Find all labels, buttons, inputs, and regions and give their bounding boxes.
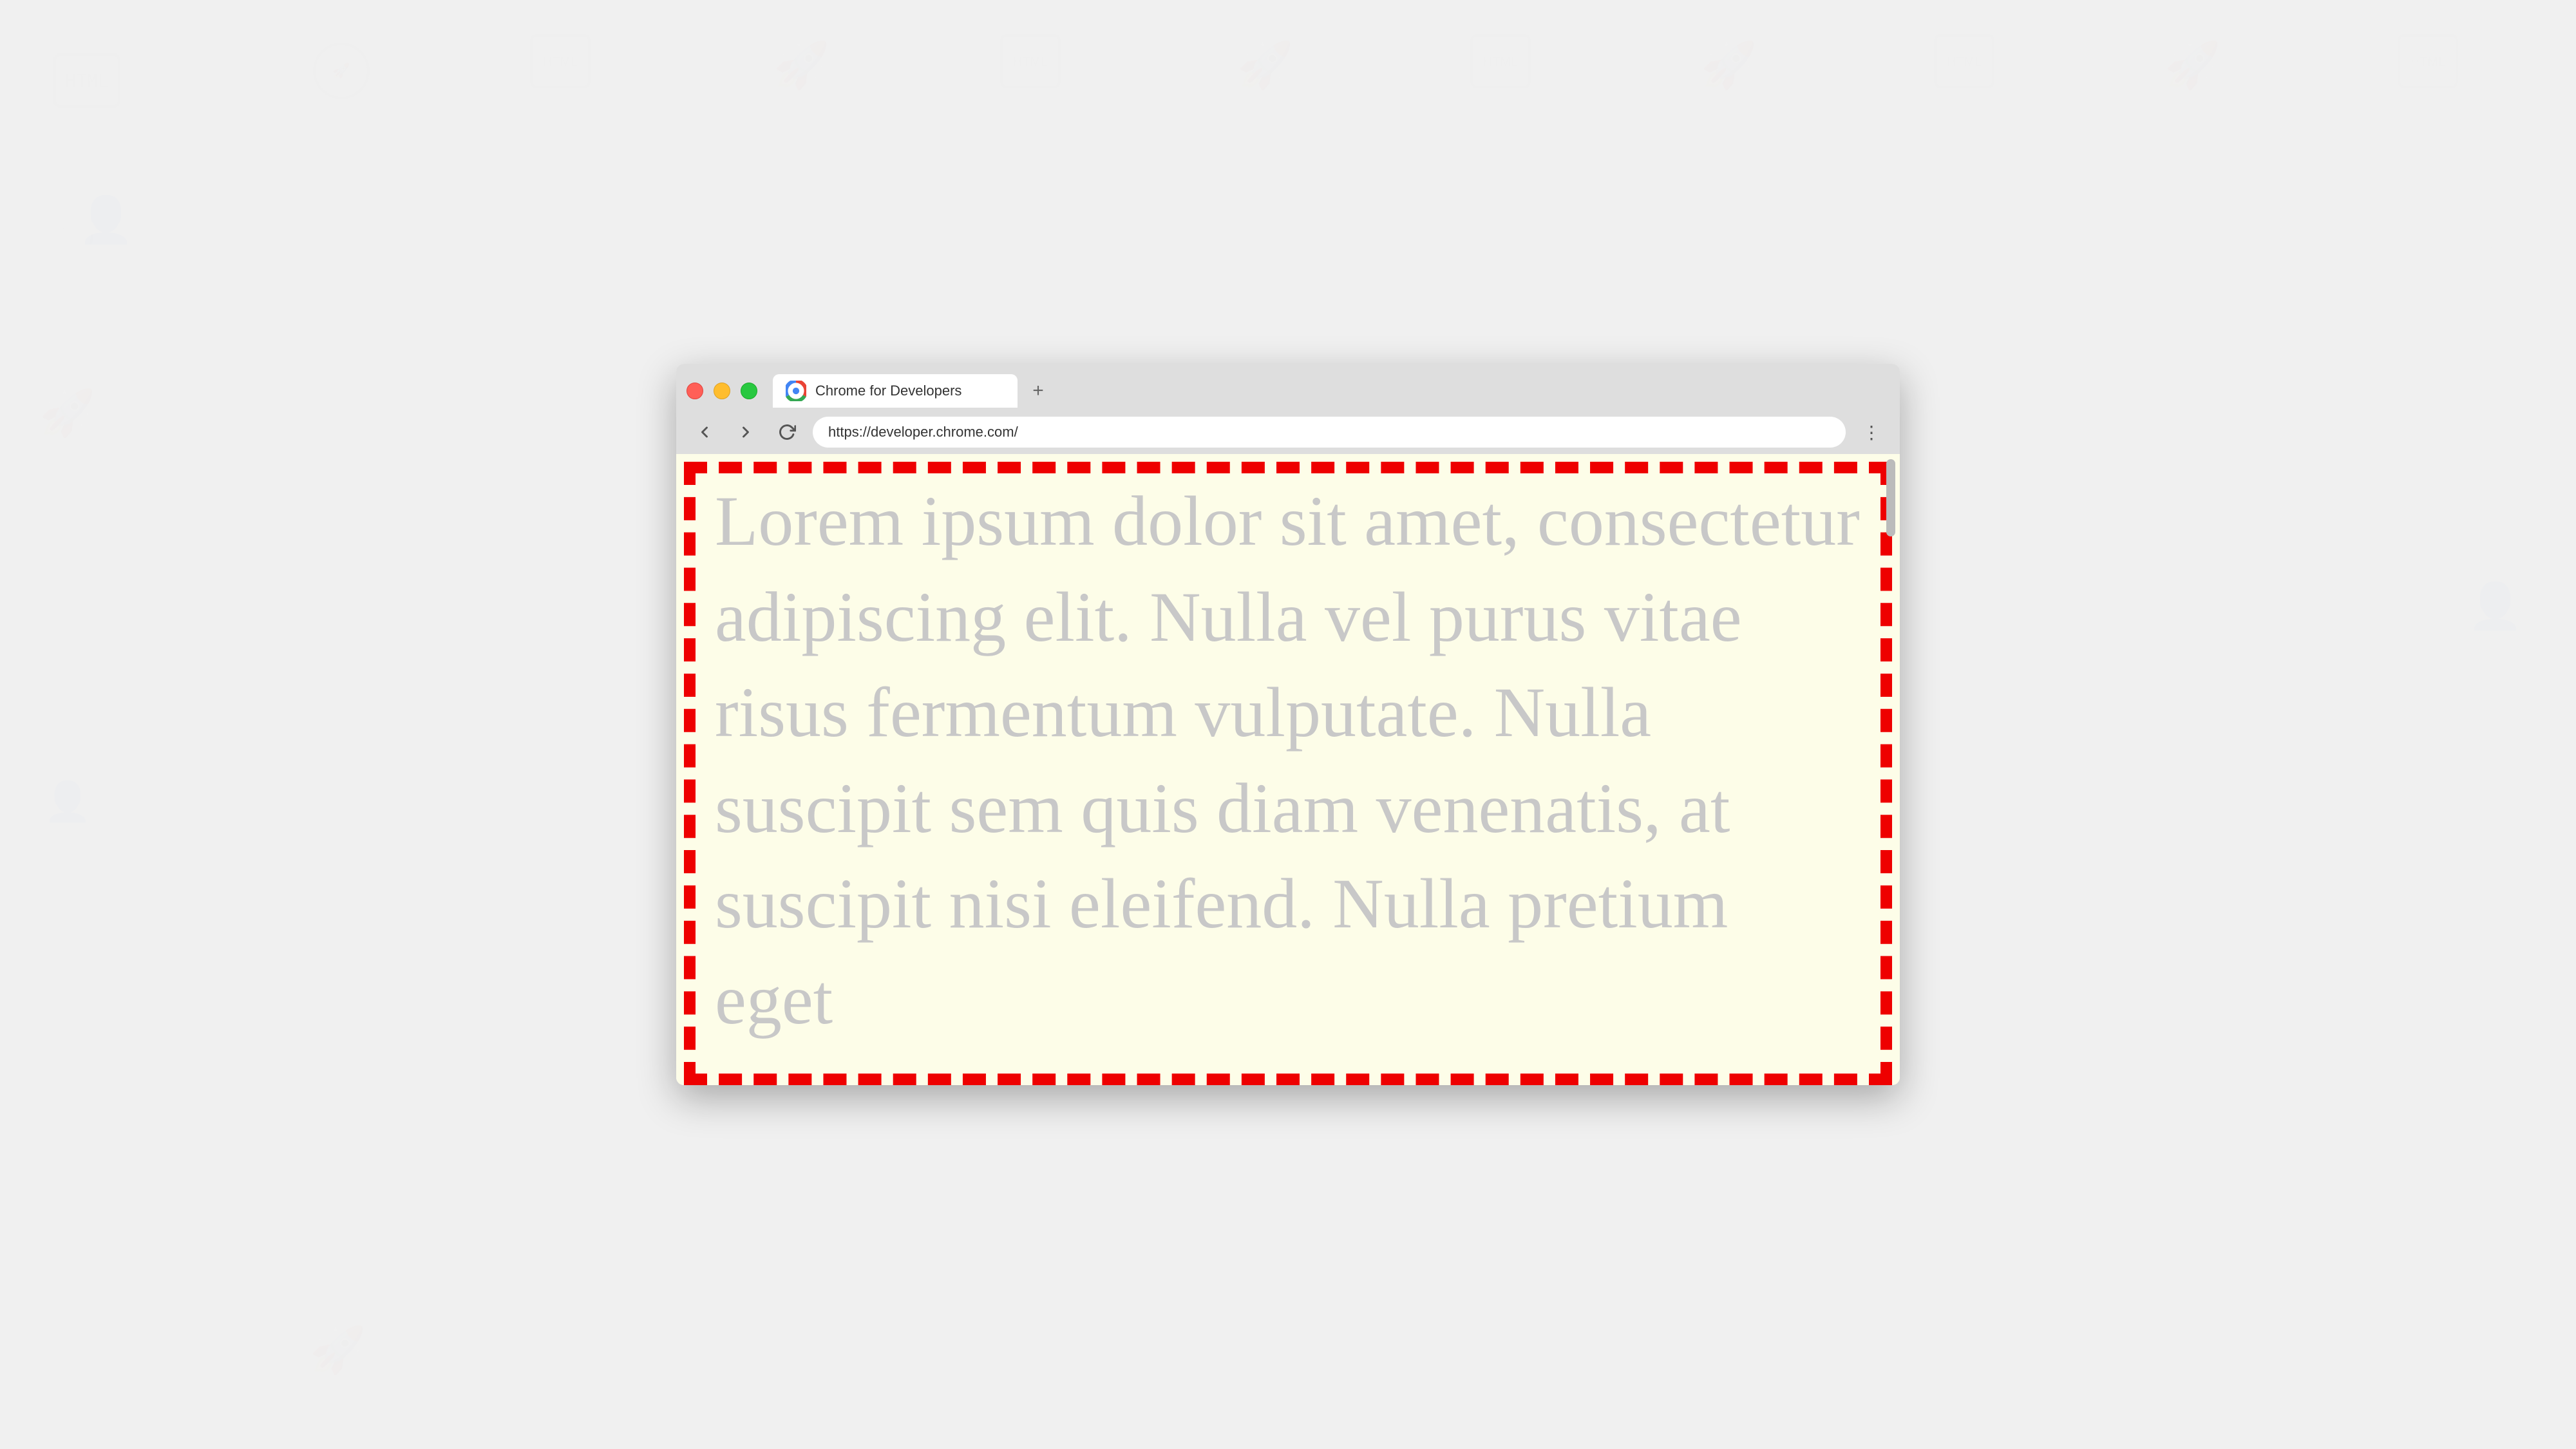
svg-text:HTML: HTML xyxy=(2410,55,2445,69)
reload-button[interactable] xyxy=(772,417,802,448)
bg-icon-6: 🚀 xyxy=(1236,39,1294,100)
title-bar: Chrome for Developers + xyxy=(676,364,1900,454)
svg-text:👤: 👤 xyxy=(44,779,92,824)
svg-text:HTML: HTML xyxy=(2488,409,2523,423)
nav-bar: https://developer.chrome.com/ ⋮ xyxy=(676,410,1900,454)
bg-icon-11: HTML xyxy=(2396,32,2460,93)
forward-icon xyxy=(737,423,755,441)
minimize-button[interactable] xyxy=(714,383,730,399)
window-controls xyxy=(687,383,757,399)
svg-text:HTML: HTML xyxy=(1483,55,1518,69)
bg-icon-b1: HTML xyxy=(52,1311,116,1372)
svg-text:🚀: 🚀 xyxy=(39,387,95,439)
bg-icon-right-4: ⚙ xyxy=(2479,773,2537,834)
bg-icon-left-2 xyxy=(52,580,109,641)
scrollbar[interactable] xyxy=(1884,454,1897,1085)
svg-text:🚀: 🚀 xyxy=(2164,39,2221,91)
svg-text:👤: 👤 xyxy=(78,194,134,245)
reload-icon xyxy=(778,423,796,441)
svg-text:🚀: 🚀 xyxy=(310,1324,366,1376)
svg-text:🚀: 🚀 xyxy=(773,39,829,91)
svg-text:⚙: ⚙ xyxy=(59,223,75,243)
bg-icon-b5 xyxy=(1159,1311,1224,1372)
svg-text:HTML: HTML xyxy=(1947,55,1982,69)
back-icon xyxy=(696,423,714,441)
page-content: Lorem ipsum dolor sit amet, consectetur … xyxy=(676,454,1900,1085)
bg-icon-b3: HTML xyxy=(580,1311,644,1372)
url-text: https://developer.chrome.com/ xyxy=(828,424,1830,440)
bg-icon-left-1: 🚀 xyxy=(39,386,97,448)
bg-icon-4: 🚀 xyxy=(773,39,831,100)
bg-icon-9: HTML xyxy=(1932,32,1996,93)
menu-button[interactable]: ⋮ xyxy=(1856,417,1887,448)
bg-icon-r2-2: 👤 xyxy=(77,193,135,254)
bg-icon-right-2: HTML xyxy=(2473,386,2537,448)
tab-bar: Chrome for Developers + xyxy=(676,364,1900,410)
maximize-button[interactable] xyxy=(741,383,757,399)
dashed-border xyxy=(684,462,1892,1085)
svg-text:HTML: HTML xyxy=(65,70,108,91)
new-tab-button[interactable]: + xyxy=(1023,375,1054,406)
svg-text:⚙: ⚙ xyxy=(2487,243,2503,263)
bg-icon-10: 🚀 xyxy=(2164,39,2222,100)
tab-title: Chrome for Developers xyxy=(815,383,961,399)
close-button[interactable] xyxy=(687,383,703,399)
bg-icon-1: HTML xyxy=(52,52,122,113)
address-bar[interactable]: https://developer.chrome.com/ xyxy=(813,417,1846,448)
svg-text:🚀: 🚀 xyxy=(1237,39,1293,91)
svg-text:🚀: 🚀 xyxy=(1701,39,1757,91)
tab-favicon xyxy=(786,381,806,401)
svg-text:👤: 👤 xyxy=(2467,580,2523,632)
active-tab[interactable]: Chrome for Developers xyxy=(773,374,1018,408)
bg-icon-7: HTML xyxy=(1468,32,1533,93)
bg-icon-8: 🚀 xyxy=(1700,39,1758,100)
browser-window: Chrome for Developers + xyxy=(676,364,1900,1085)
forward-button[interactable] xyxy=(730,417,761,448)
bg-icon-b2: 🚀 xyxy=(309,1323,367,1385)
svg-text:HTML: HTML xyxy=(1013,55,1048,69)
scrollbar-thumb[interactable] xyxy=(1886,459,1895,536)
bg-icon-right-3: 👤 xyxy=(2467,580,2524,641)
svg-text:HTML: HTML xyxy=(543,55,578,69)
bg-icon-right-1: ⚙ xyxy=(2467,225,2524,287)
svg-text:HTML: HTML xyxy=(66,1333,101,1347)
svg-text:HTML: HTML xyxy=(594,1333,629,1347)
bg-icon-b4 xyxy=(869,1323,927,1385)
bg-icon-5: HTML xyxy=(998,32,1063,93)
bg-icon-2: 🚀 xyxy=(309,39,374,106)
bg-icon-3: HTML xyxy=(528,32,592,93)
back-button[interactable] xyxy=(689,417,720,448)
svg-text:⚙: ⚙ xyxy=(2500,790,2516,810)
svg-text:🚀: 🚀 xyxy=(332,62,350,79)
bg-icon-left-3: 👤 xyxy=(39,773,97,834)
